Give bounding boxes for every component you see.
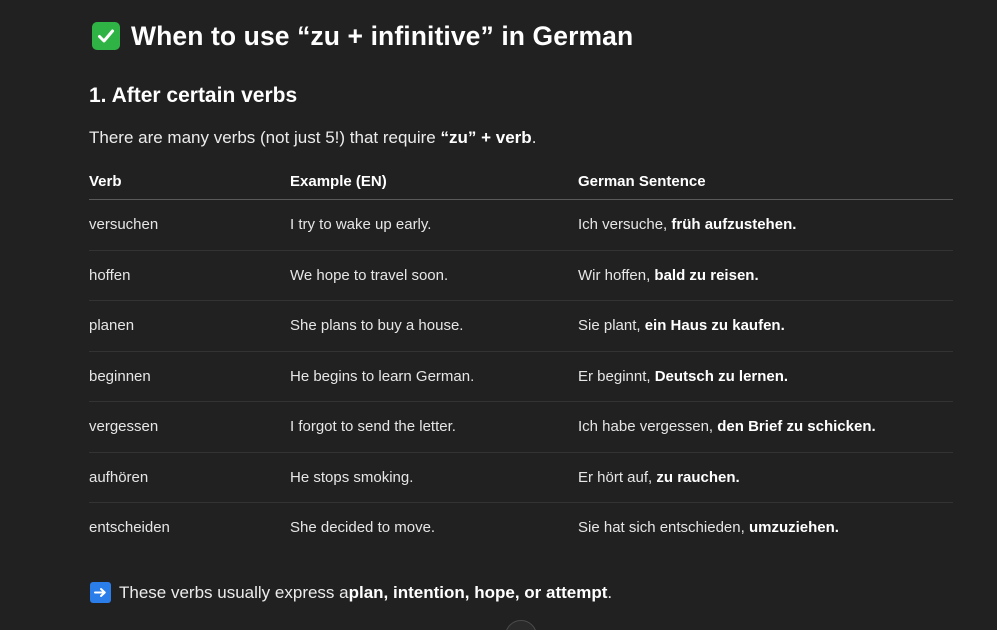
cell-german: Er hört auf, zu rauchen. — [578, 452, 953, 503]
check-mark-icon — [92, 22, 120, 50]
german-plain: Wir hoffen, — [578, 266, 655, 284]
german-plain: Er beginnt, — [578, 367, 655, 385]
german-plain: Ich habe vergessen, — [578, 418, 718, 436]
table-row: vergessen I forgot to send the letter. I… — [89, 401, 953, 453]
cell-german: Ich habe vergessen, den Brief zu schicke… — [578, 401, 953, 453]
german-plain: Ich versuche, — [578, 216, 672, 234]
cell-german: Sie plant, ein Haus zu kaufen. — [578, 300, 953, 352]
german-plain: Sie plant, — [578, 317, 645, 335]
section-heading: 1. After certain verbs — [89, 84, 298, 107]
cell-example: He stops smoking. — [290, 452, 578, 503]
summary-line: These verbs usually express a plan, inte… — [89, 582, 612, 603]
table-row: planen She plans to buy a house. Sie pla… — [89, 300, 953, 352]
german-plain: Sie hat sich entschieden, — [578, 519, 749, 537]
header-verb: Verb — [89, 163, 290, 200]
cell-verb: versuchen — [89, 199, 290, 251]
page-title: When to use “zu + infinitive” in German — [89, 18, 633, 54]
cell-example: We hope to travel soon. — [290, 250, 578, 301]
cell-german: Sie hat sich entschieden, umzuziehen. — [578, 503, 953, 553]
intro-plus: + — [476, 128, 496, 147]
cell-verb: planen — [89, 300, 290, 352]
cell-german: Er beginnt, Deutsch zu lernen. — [578, 351, 953, 402]
intro-bold-zu: “zu” — [440, 128, 477, 147]
intro-post: . — [531, 128, 537, 147]
header-german-sentence: German Sentence — [578, 163, 953, 200]
verbs-table: Verb Example (EN) German Sentence versuc… — [89, 163, 953, 553]
table-row: hoffen We hope to travel soon. Wir hoffe… — [89, 250, 953, 301]
german-bold: Deutsch zu lernen. — [654, 367, 789, 385]
table-row: versuchen I try to wake up early. Ich ve… — [89, 199, 953, 251]
german-bold: den Brief zu schicken. — [717, 418, 876, 436]
summary-bold: plan, intention, hope, or attempt — [348, 582, 608, 602]
cell-verb: hoffen — [89, 250, 290, 301]
german-bold: bald zu reisen. — [654, 266, 759, 284]
cell-example: She plans to buy a house. — [290, 300, 578, 352]
german-plain: Er hört auf, — [578, 468, 657, 486]
cell-verb: aufhören — [89, 452, 290, 503]
header-example-en: Example (EN) — [290, 163, 578, 200]
summary-post: . — [607, 582, 613, 602]
cell-verb: vergessen — [89, 401, 290, 453]
german-bold: zu rauchen. — [656, 468, 740, 486]
german-bold: ein Haus zu kaufen. — [644, 317, 785, 335]
german-bold: früh aufzustehen. — [671, 216, 797, 234]
cell-example: She decided to move. — [290, 519, 436, 537]
table-row: beginnen He begins to learn German. Er b… — [89, 351, 953, 402]
table-header-row: Verb Example (EN) German Sentence — [89, 163, 953, 200]
summary-pre: These verbs usually express a — [119, 582, 349, 602]
scroll-to-bottom-button[interactable] — [505, 620, 537, 630]
cell-german: Wir hoffen, bald zu reisen. — [578, 250, 953, 301]
intro-text: There are many verbs (not just 5!) that … — [89, 128, 536, 148]
cell-verb: entscheiden — [89, 519, 170, 537]
right-arrow-icon — [90, 582, 111, 603]
intro-bold-verb: verb — [495, 128, 532, 147]
intro-pre: There are many verbs (not just 5!) that … — [89, 128, 441, 147]
table-row: entscheiden She decided to move. Sie hat… — [89, 503, 953, 553]
cell-example: He begins to learn German. — [290, 351, 578, 402]
german-bold: umzuziehen. — [748, 519, 839, 537]
cell-example: I forgot to send the letter. — [290, 401, 578, 453]
cell-example: I try to wake up early. — [290, 199, 578, 251]
title-text: When to use “zu + infinitive” in German — [131, 20, 634, 51]
table-row: aufhören He stops smoking. Er hört auf, … — [89, 452, 953, 503]
cell-german: Ich versuche, früh aufzustehen. — [578, 199, 953, 251]
cell-verb: beginnen — [89, 351, 290, 402]
